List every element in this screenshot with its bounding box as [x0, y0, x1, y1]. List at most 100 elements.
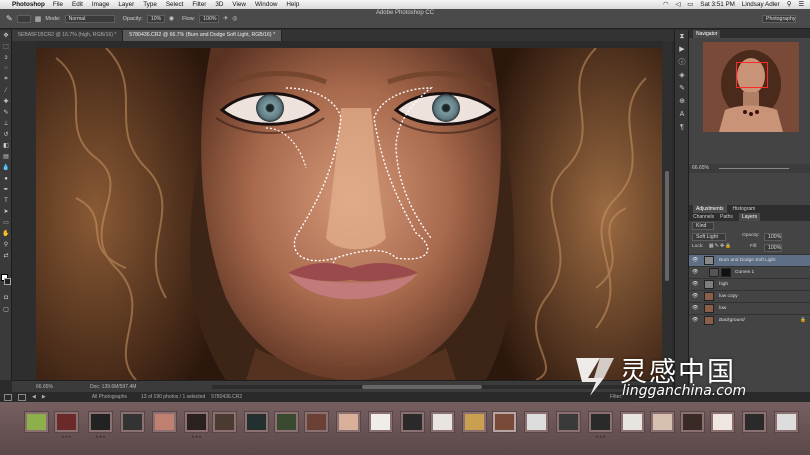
clone-source-icon[interactable]: ⊕: [675, 95, 689, 108]
back-arrow-icon[interactable]: ◀: [32, 394, 36, 400]
menu-type[interactable]: Type: [143, 1, 157, 8]
menu-select[interactable]: Select: [166, 1, 184, 8]
grid-view-icon[interactable]: [4, 393, 12, 401]
filmstrip-thumbnail[interactable]: [304, 411, 329, 433]
filmstrip-thumbnail[interactable]: [650, 411, 675, 433]
filmstrip-thumbnail[interactable]: [774, 411, 799, 433]
swap-colors-icon[interactable]: ⇄: [0, 250, 12, 261]
filmstrip-thumbnail[interactable]: [462, 411, 487, 433]
collection-name[interactable]: All Photographs: [92, 394, 127, 400]
zoom-tool-icon[interactable]: ⚲: [0, 239, 12, 250]
tab-paths[interactable]: Paths: [720, 213, 733, 221]
layer-opacity-input[interactable]: 100%: [764, 233, 782, 241]
tab-adjustments[interactable]: Adjustments: [693, 205, 727, 213]
menu-layer[interactable]: Layer: [118, 1, 134, 8]
healing-tool-icon[interactable]: ✚: [0, 96, 12, 107]
stamp-tool-icon[interactable]: ⊥: [0, 118, 12, 129]
filmstrip-thumbnail[interactable]: [184, 411, 209, 433]
menu-image[interactable]: Image: [92, 1, 110, 8]
layer-row-background[interactable]: 👁 Background 🔒: [689, 314, 810, 326]
tab-document-2[interactable]: 5780436.CR2 @ 66.7% (Burn and Dodge Soft…: [123, 30, 283, 41]
filmstrip-thumbnail[interactable]: [244, 411, 269, 433]
flow-input[interactable]: 100%: [199, 14, 220, 23]
properties-panel-icon[interactable]: ◈: [675, 69, 689, 82]
visibility-eye-icon[interactable]: 👁: [692, 255, 698, 266]
layer-row-low-copy[interactable]: 👁 low copy: [689, 290, 810, 302]
path-select-tool-icon[interactable]: ➤: [0, 206, 12, 217]
history-panel-icon[interactable]: ⧗: [675, 30, 689, 43]
lock-icons[interactable]: ▦ ✎ ✥ 🔒: [709, 244, 732, 249]
filmstrip-thumbnail[interactable]: [368, 411, 393, 433]
brush-preset-picker[interactable]: [16, 14, 31, 23]
navigator-view-box[interactable]: [736, 62, 768, 88]
layer-kind-select[interactable]: Kind: [692, 222, 714, 230]
layer-row-burn-dodge[interactable]: 👁 Burn and Dodge Soft Light: [689, 254, 810, 266]
visibility-eye-icon[interactable]: 👁: [692, 291, 698, 302]
zoom-level[interactable]: 66.65%: [36, 384, 53, 390]
vertical-scrollbar[interactable]: [662, 41, 672, 380]
horizontal-scroll-thumb[interactable]: [362, 385, 482, 389]
brush-tool-icon[interactable]: ✎: [6, 14, 13, 23]
background-color-swatch[interactable]: [4, 278, 11, 285]
type-tool-icon[interactable]: T: [0, 195, 12, 206]
workspace-select[interactable]: Photography: [762, 14, 796, 23]
filmstrip-thumbnail[interactable]: [274, 411, 299, 433]
menu-3d[interactable]: 3D: [215, 1, 223, 8]
notification-icon[interactable]: ☰: [798, 1, 804, 8]
vertical-scroll-thumb[interactable]: [665, 171, 669, 281]
filmstrip-thumbnail[interactable]: [24, 411, 49, 433]
horizontal-scrollbar[interactable]: [212, 385, 672, 389]
history-brush-icon[interactable]: ↺: [0, 129, 12, 140]
rating-stars[interactable]: ★★★: [54, 434, 79, 439]
dodge-tool-icon[interactable]: ●: [0, 173, 12, 184]
visibility-eye-icon[interactable]: 👁: [692, 267, 698, 278]
spotlight-icon[interactable]: ⚲: [787, 1, 792, 8]
document-canvas[interactable]: [36, 48, 662, 380]
brush-tool-icon-2[interactable]: ✎: [0, 107, 12, 118]
menu-window[interactable]: Window: [255, 1, 277, 8]
visibility-eye-icon[interactable]: 👁: [692, 315, 698, 326]
screen-mode-icon[interactable]: ▢: [0, 304, 12, 315]
navigator-thumbnail[interactable]: [703, 42, 799, 132]
document-size[interactable]: Doc: 139.6M/597.4M: [90, 384, 136, 390]
filmstrip-thumbnail[interactable]: [336, 411, 361, 433]
second-window-icon[interactable]: [18, 393, 26, 401]
filmstrip-thumbnail[interactable]: [54, 411, 79, 433]
navigator-tab[interactable]: Navigator: [693, 30, 721, 38]
menu-help[interactable]: Help: [286, 1, 299, 8]
rating-stars[interactable]: ★★★: [88, 434, 113, 439]
menu-clock[interactable]: Sat 3:51 PM: [700, 1, 735, 8]
opacity-input[interactable]: 10%: [146, 14, 165, 23]
pressure-opacity-icon[interactable]: ◉: [169, 15, 174, 22]
blend-mode-select[interactable]: Soft Light: [692, 233, 726, 241]
blur-tool-icon[interactable]: 💧: [0, 162, 12, 173]
battery-icon[interactable]: ▭: [687, 1, 693, 8]
marquee-tool-icon[interactable]: ⬚: [0, 41, 12, 52]
quick-mask-icon[interactable]: ◘: [0, 292, 12, 303]
layer-row-high[interactable]: 👁 high: [689, 278, 810, 290]
rating-stars[interactable]: ★★★: [184, 434, 209, 439]
filmstrip-thumbnail[interactable]: [430, 411, 455, 433]
filmstrip-thumbnail[interactable]: [556, 411, 581, 433]
navigator-zoom-slider[interactable]: [719, 168, 789, 169]
filmstrip-thumbnail[interactable]: [710, 411, 735, 433]
selected-filename[interactable]: 5780436.CR2: [211, 394, 242, 400]
filmstrip-thumbnail[interactable]: [620, 411, 645, 433]
forward-arrow-icon[interactable]: ▶: [42, 394, 46, 400]
visibility-eye-icon[interactable]: 👁: [692, 303, 698, 314]
menu-app-name[interactable]: Photoshop: [12, 1, 45, 8]
filmstrip-thumbnail[interactable]: [680, 411, 705, 433]
volume-icon[interactable]: ◁: [675, 1, 680, 8]
brush-panel-icon[interactable]: ▦: [35, 15, 42, 23]
filmstrip-thumbnail[interactable]: [212, 411, 237, 433]
crop-tool-icon[interactable]: ⌗: [0, 74, 12, 85]
actions-panel-icon[interactable]: ▶: [675, 43, 689, 56]
filmstrip-thumbnail-selected[interactable]: [492, 411, 517, 433]
layer-fill-input[interactable]: 100%: [764, 244, 782, 252]
layer-mask-thumbnail[interactable]: [721, 268, 731, 277]
wifi-icon[interactable]: ◠: [663, 1, 669, 8]
tab-histogram[interactable]: Histogram: [733, 205, 756, 213]
tab-channels[interactable]: Channels: [693, 213, 714, 221]
tab-document-1[interactable]: 5EBA5F1BCR2 @ 16.7% (high, RGB/16) *: [12, 30, 124, 41]
filmstrip-thumbnail[interactable]: [524, 411, 549, 433]
